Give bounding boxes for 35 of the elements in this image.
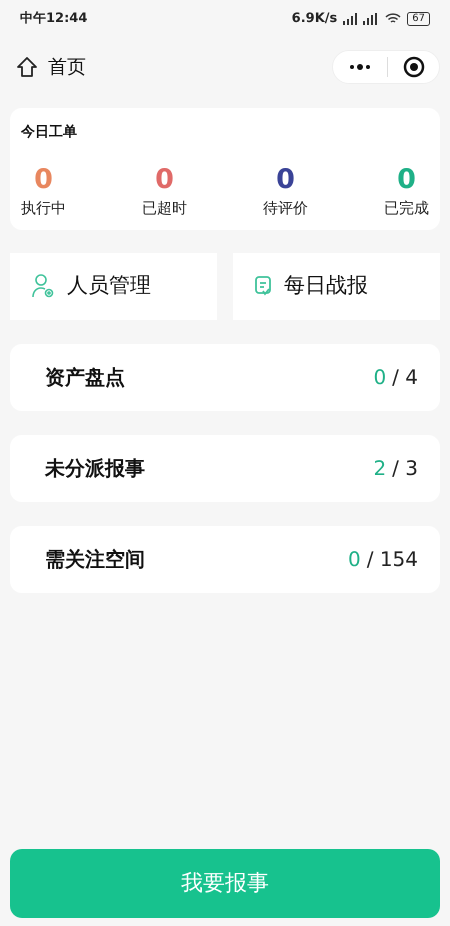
counter-value: 0 (348, 546, 361, 573)
counter-total: / 154 (366, 546, 418, 573)
counter-card[interactable]: 未分派报事 2 / 3 (10, 434, 440, 502)
card-title: 今日工单 (21, 123, 78, 142)
stat-label: 已完成 (384, 198, 429, 219)
shortcut-button[interactable]: 人员管理 (10, 252, 217, 320)
counter-title: 未分派报事 (45, 455, 145, 482)
counter-title: 需关注空间 (45, 546, 145, 573)
signal-icon (343, 13, 380, 25)
stat-count: 0 (155, 163, 174, 197)
network-speed: 6.9K/s (292, 10, 338, 28)
counter-card[interactable]: 资产盘点 0 / 4 (10, 344, 440, 410)
stat-label: 待评价 (263, 198, 308, 219)
stat-count: 0 (276, 163, 295, 197)
more-icon[interactable] (349, 64, 371, 70)
stat-label: 已超时 (142, 198, 187, 219)
wifi-icon (385, 13, 402, 25)
counter-value: 0 (373, 364, 386, 391)
document-check-icon (254, 275, 272, 297)
counter-value: 2 (373, 455, 386, 482)
stat-count: 0 (397, 163, 416, 197)
stat-count: 0 (34, 163, 53, 197)
counter-card[interactable]: 需关注空间 0 / 154 (10, 526, 440, 592)
shortcut-button[interactable]: 每日战报 (233, 252, 440, 320)
home-icon[interactable] (16, 56, 38, 78)
close-target-icon[interactable] (403, 56, 425, 78)
page-title: 首页 (48, 54, 86, 80)
status-time: 中午12:44 (20, 10, 88, 28)
counter-title: 资产盘点 (45, 364, 125, 391)
counter-total: / 4 (392, 364, 418, 391)
stat-label: 执行中 (21, 198, 66, 219)
person-gear-icon (31, 273, 55, 299)
capsule-menu[interactable] (332, 50, 440, 84)
counter-total: / 3 (392, 455, 418, 482)
battery-icon: 67 (407, 12, 430, 26)
